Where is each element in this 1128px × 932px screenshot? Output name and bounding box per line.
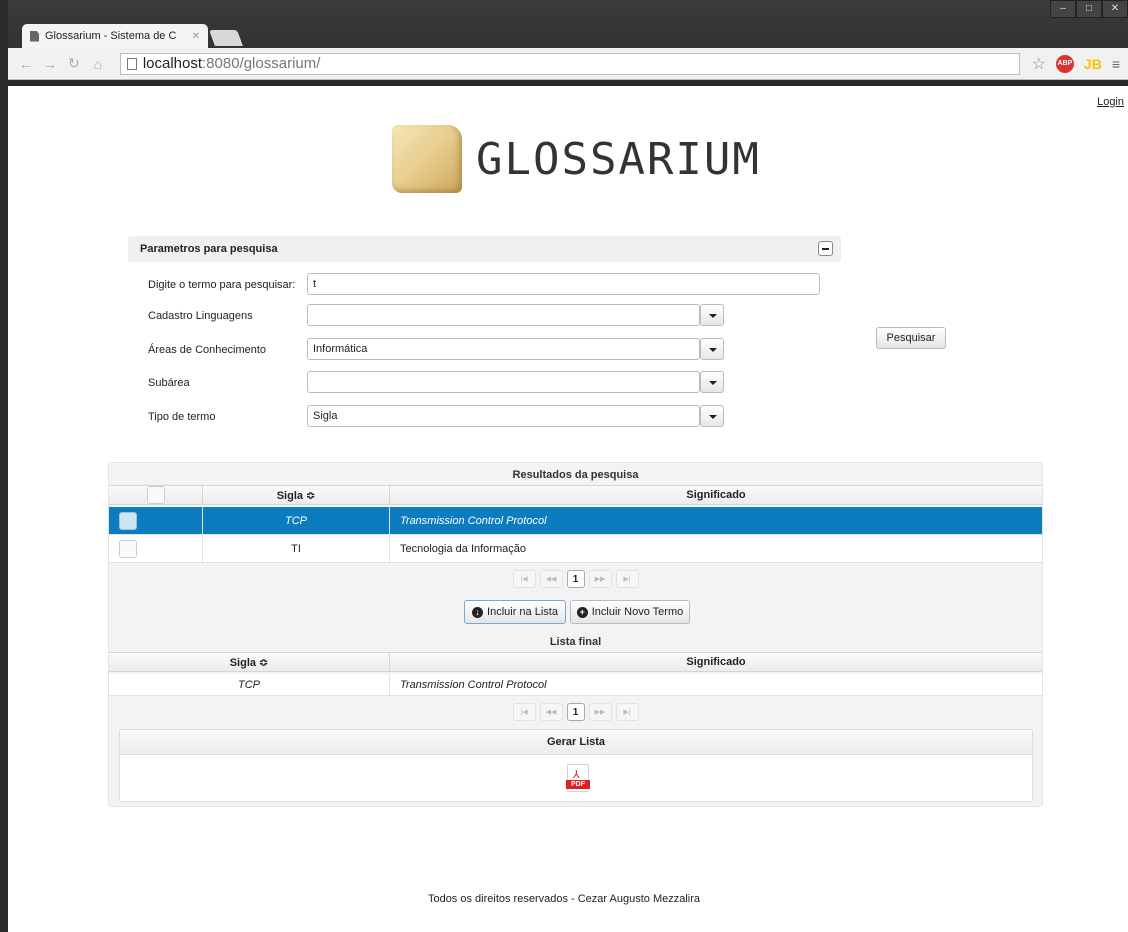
languages-select[interactable] [307,304,700,326]
reload-icon[interactable]: ↻ [64,55,84,72]
column-significado: Significado [686,656,746,668]
include-list-label: Incluir na Lista [487,606,558,618]
final-list-paginator: |◀ ◀◀ 1 ▶▶ ▶| [109,700,1042,724]
row-checkbox[interactable] [119,539,137,558]
prev-page-icon[interactable]: ◀◀ [539,570,563,588]
arrow-down-icon: ↓ [472,606,484,618]
minimize-icon[interactable]: – [1050,0,1076,18]
table-row[interactable]: TI Tecnologia da Informação [109,535,1042,563]
final-list-title: Lista final [549,636,602,648]
row-checkbox[interactable] [119,511,137,530]
languages-dropdown-icon[interactable] [700,304,724,326]
sigla-cell: TI [203,535,390,562]
row-checkbox-cell [109,535,203,562]
type-select[interactable]: Sigla [307,405,700,427]
term-label: Digite o termo para pesquisar: [148,279,296,291]
pdf-icon[interactable]: ⅄ PDF [566,764,590,792]
footer: Todos os direitos reservados - Cezar Aug… [427,893,701,905]
type-label: Tipo de termo [148,411,216,423]
next-page-icon[interactable]: ▶▶ [588,703,612,721]
collapse-icon[interactable] [818,241,833,256]
generate-list-title: Gerar Lista [120,730,1032,755]
select-all-cell [109,486,203,504]
sigla-cell: TCP [109,674,390,695]
browser-toolbar: ← → ↻ ⌂ localhost:8080/glossarium/ ☆ ABP… [8,48,1128,80]
areas-select[interactable]: Informática [307,338,700,360]
search-panel-title: Parametros para pesquisa [140,243,278,255]
plus-icon: + [576,606,588,618]
column-sigla[interactable]: Sigla ≎ [203,486,390,504]
tab-title: Glossarium - Sistema de C [45,30,177,42]
languages-label: Cadastro Linguagens [148,310,253,322]
browser-tab[interactable]: Glossarium - Sistema de C ✕ [22,24,208,48]
include-list-button[interactable]: ↓ Incluir na Lista [464,600,566,624]
table-row[interactable]: TCP Transmission Control Protocol [109,674,1042,696]
url-path: :8080/glossarium/ [202,55,321,72]
address-bar[interactable]: localhost:8080/glossarium/ [119,52,1020,75]
logo-text: GLOSSARIUM [476,133,761,185]
back-icon[interactable]: ← [16,56,36,72]
results-panel: Resultados da pesquisa Sigla ≎ Significa… [108,462,1043,807]
final-list-header: Sigla ≎ Significado [109,652,1042,672]
term-input[interactable]: t [307,273,820,295]
search-button[interactable]: Pesquisar [876,327,946,349]
jetbrains-extension-icon[interactable]: JB [1084,56,1102,72]
subarea-dropdown-icon[interactable] [700,371,724,393]
results-title: Resultados da pesquisa [512,469,639,481]
column-sigla[interactable]: Sigla ≎ [109,653,390,671]
maximize-icon[interactable]: □ [1076,0,1102,18]
row-checkbox-cell [109,507,203,534]
results-paginator: |◀ ◀◀ 1 ▶▶ ▶| [109,567,1042,591]
logo: GLOSSARIUM [392,125,761,193]
significado-cell: Tecnologia da Informação [400,542,526,555]
new-tab-button[interactable] [209,30,243,46]
current-page[interactable]: 1 [566,703,585,721]
subarea-label: Subárea [148,377,190,389]
menu-icon[interactable]: ≡ [1112,56,1120,72]
page-icon [30,30,39,42]
url-host: localhost [142,55,203,72]
table-row[interactable]: TCP Transmission Control Protocol [109,507,1042,535]
current-page[interactable]: 1 [566,570,585,588]
first-page-icon[interactable]: |◀ [512,703,536,721]
last-page-icon[interactable]: ▶| [615,570,639,588]
next-page-icon[interactable]: ▶▶ [588,570,612,588]
pdf-label: PDF [566,780,590,789]
areas-label: Áreas de Conhecimento [148,344,267,356]
results-table-header: Sigla ≎ Significado [109,485,1042,505]
significado-cell: Transmission Control Protocol [400,678,547,691]
first-page-icon[interactable]: |◀ [512,570,536,588]
window-border [0,0,8,932]
generate-list-panel: Gerar Lista ⅄ PDF [119,729,1033,802]
close-window-icon[interactable]: ✕ [1102,0,1128,18]
home-icon[interactable]: ⌂ [88,56,108,72]
significado-cell: Transmission Control Protocol [400,514,547,527]
search-panel-header: Parametros para pesquisa [128,236,841,262]
document-icon [126,57,137,70]
scroll-icon [392,125,462,193]
bookmark-star-icon[interactable]: ☆ [1032,54,1046,74]
sigla-cell: TCP [203,507,390,534]
adblock-icon[interactable]: ABP [1055,54,1074,73]
include-new-term-label: Incluir Novo Termo [591,606,684,618]
subarea-select[interactable] [307,371,700,393]
close-tab-icon[interactable]: ✕ [192,31,200,42]
column-significado: Significado [686,489,746,501]
window-controls: – □ ✕ [1050,0,1128,18]
type-dropdown-icon[interactable] [700,405,724,427]
select-all-checkbox[interactable] [146,486,165,504]
areas-dropdown-icon[interactable] [700,338,724,360]
login-link[interactable]: Login [1097,96,1124,108]
include-new-term-button[interactable]: + Incluir Novo Termo [570,600,690,624]
last-page-icon[interactable]: ▶| [615,703,639,721]
forward-icon[interactable]: → [40,56,60,72]
prev-page-icon[interactable]: ◀◀ [539,703,563,721]
